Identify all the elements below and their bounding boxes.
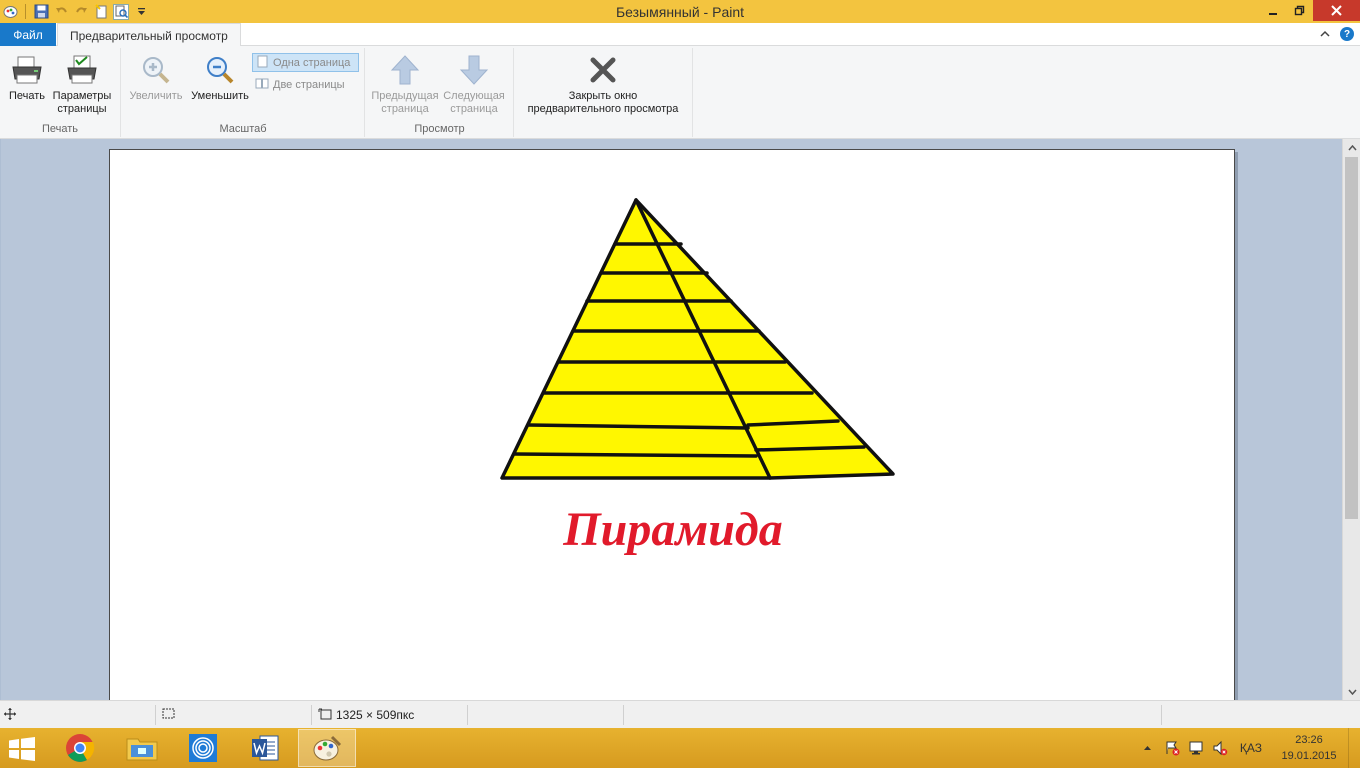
vertical-scrollbar[interactable] (1342, 139, 1360, 700)
customize-qat-icon[interactable] (133, 4, 149, 20)
zoom-out-label: Уменьшить (191, 90, 249, 102)
print-preview-icon[interactable] (113, 3, 129, 20)
ribbon-right-controls: ? (1320, 27, 1354, 41)
close-button[interactable] (1313, 0, 1360, 21)
pyramid-caption: Пирамида (563, 503, 783, 556)
minimize-button[interactable] (1259, 0, 1286, 21)
preview-page: Пирамида (109, 149, 1235, 709)
two-pages-icon (255, 77, 269, 93)
chrome-icon (66, 734, 95, 762)
page-setup-icon (65, 52, 99, 88)
undo-icon[interactable] (53, 4, 69, 20)
windows-logo-icon (9, 737, 35, 761)
help-icon[interactable]: ? (1340, 27, 1354, 41)
media-icon (189, 734, 217, 762)
next-page-button[interactable]: Следующая страница (440, 52, 508, 116)
taskbar: ҚАЗ 23:26 19.01.2015 (0, 728, 1360, 768)
print-button[interactable]: Печать (4, 52, 50, 103)
zoom-out-icon (203, 52, 237, 88)
volume-muted-icon[interactable] (1208, 740, 1232, 756)
zoom-out-button[interactable]: Уменьшить (188, 52, 252, 103)
redo-icon[interactable] (73, 4, 89, 20)
image-size: 1325 × 509пкс (314, 701, 414, 729)
zoom-group: Увеличить Уменьшить Одна страница Две ст… (122, 48, 365, 137)
arrow-down-icon (457, 52, 491, 88)
print-group-label: Печать (41, 123, 79, 135)
tab-print-preview[interactable]: Предварительный просмотр (57, 23, 241, 47)
clock-date: 19.01.2015 (1281, 750, 1337, 762)
taskbar-file-explorer[interactable] (113, 729, 171, 767)
printer-icon (10, 52, 44, 88)
quick-access-toolbar (0, 0, 149, 23)
word-icon (252, 735, 279, 761)
taskbar-chrome[interactable] (51, 729, 109, 767)
preview-group-label: Просмотр (414, 123, 465, 135)
pyramid-drawing (500, 198, 895, 480)
zoom-in-icon (139, 52, 173, 88)
print-group: Печать Параметры страницы Печать (0, 48, 121, 137)
close-x-icon (586, 52, 620, 88)
selection-icon (162, 708, 176, 723)
next-page-label: Следующая страница (443, 90, 505, 115)
image-size-icon (318, 708, 332, 723)
show-desktop-button[interactable] (1348, 728, 1360, 768)
save-icon[interactable] (33, 4, 49, 20)
taskbar-word[interactable] (236, 729, 294, 767)
one-page-icon (256, 55, 269, 71)
zoom-group-label: Масштаб (219, 123, 267, 135)
one-page-label: Одна страница (273, 56, 351, 69)
ribbon: Печать Параметры страницы Печать Увеличи… (0, 46, 1360, 139)
paint-icon (313, 735, 342, 761)
scroll-down-icon[interactable] (1343, 683, 1360, 700)
cursor-position (0, 701, 16, 729)
two-pages-label: Две страницы (273, 78, 345, 91)
two-pages-button[interactable]: Две страницы (252, 75, 359, 94)
clock[interactable]: 23:26 19.01.2015 (1270, 732, 1348, 764)
print-label: Печать (8, 90, 46, 102)
caption-container: Пирамида (110, 502, 1234, 557)
close-preview-label: Закрыть окно предварительного просмотра (527, 90, 679, 115)
close-group: Закрыть окно предварительного просмотра (515, 48, 693, 137)
action-center-icon[interactable] (1160, 740, 1184, 756)
image-size-text: 1325 × 509пкс (336, 708, 415, 722)
clock-time: 23:26 (1295, 734, 1323, 746)
previous-page-label: Предыдущая страница (371, 90, 439, 115)
paint-app-icon[interactable] (2, 4, 18, 20)
title-bar: Безымянный - Paint (0, 0, 1360, 23)
network-icon[interactable] (1184, 740, 1208, 756)
page-setup-button[interactable]: Параметры страницы (50, 52, 114, 116)
window-controls (1259, 0, 1360, 21)
cursor-move-icon (4, 707, 16, 723)
previous-page-button[interactable]: Предыдущая страница (370, 52, 440, 116)
taskbar-paint[interactable] (298, 729, 356, 767)
arrow-up-icon (388, 52, 422, 88)
system-tray: ҚАЗ 23:26 19.01.2015 (1136, 728, 1360, 768)
restore-button[interactable] (1286, 0, 1313, 21)
scrollbar-thumb[interactable] (1345, 157, 1358, 519)
preview-group: Предыдущая страница Следующая страница П… (366, 48, 514, 137)
zoom-in-label: Увеличить (129, 90, 183, 102)
tab-file[interactable]: Файл (0, 23, 56, 46)
show-hidden-icons[interactable] (1136, 745, 1160, 751)
new-file-icon[interactable] (93, 4, 109, 20)
ribbon-tabs: Файл Предварительный просмотр ? (0, 23, 1360, 47)
language-indicator[interactable]: ҚАЗ (1232, 741, 1270, 755)
taskbar-media[interactable] (174, 729, 232, 767)
status-bar: 1325 × 509пкс (0, 700, 1360, 728)
selection-size (158, 701, 176, 729)
window-title: Безымянный - Paint (615, 4, 745, 20)
page-setup-label: Параметры страницы (52, 90, 112, 115)
close-preview-button[interactable]: Закрыть окно предварительного просмотра (517, 52, 689, 116)
one-page-button[interactable]: Одна страница (252, 53, 359, 72)
scroll-up-icon[interactable] (1343, 139, 1360, 156)
collapse-ribbon-icon[interactable] (1320, 27, 1330, 41)
zoom-in-button[interactable]: Увеличить (126, 52, 186, 103)
preview-canvas-area[interactable]: Пирамида (0, 139, 1342, 709)
file-explorer-icon (126, 738, 158, 761)
start-button[interactable] (8, 737, 38, 761)
